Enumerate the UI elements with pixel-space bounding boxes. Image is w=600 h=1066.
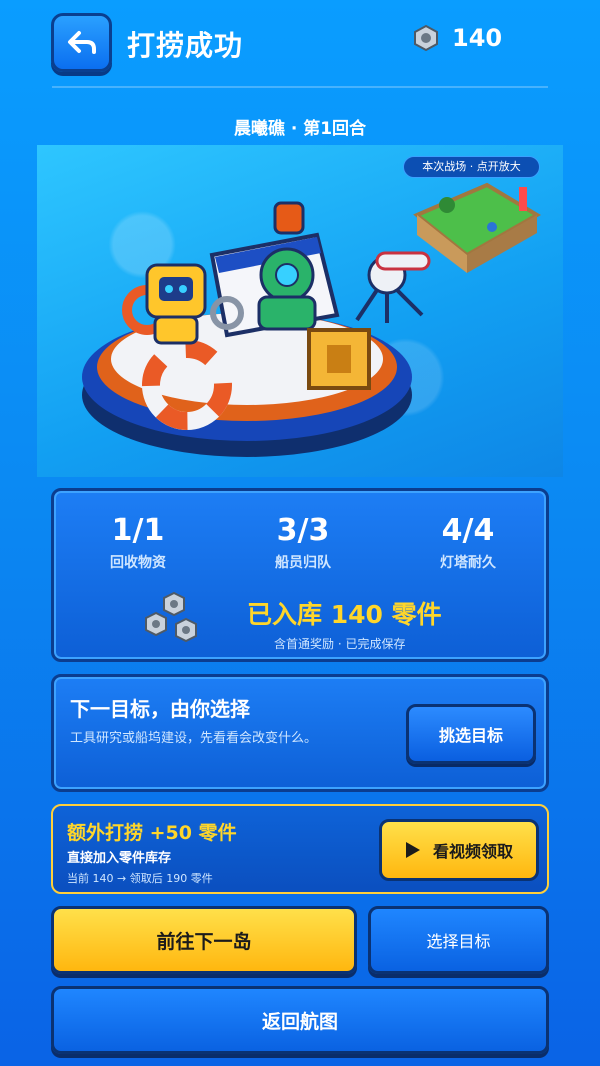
stat-recovered: 1/1 回收物资 [68, 513, 208, 572]
bonus-title: 额外打捞 +50 零件 [67, 822, 237, 844]
stat-value: 3/3 [276, 513, 330, 548]
bonus-panel: 额外打捞 +50 零件 直接加入零件库存 当前 140 → 领取后 190 零件… [51, 804, 549, 894]
nut-icon [414, 24, 438, 52]
stored-parts-text: 已入库 140 零件 [247, 600, 442, 629]
stats-panel: 1/1 回收物资 3/3 船员归队 4/4 灯塔耐久 已入库 140 零件 含首… [51, 488, 549, 662]
bonus-subtitle: 直接加入零件库存 [67, 851, 172, 866]
select-target-button[interactable]: 选择目标 [368, 906, 549, 974]
pick-goal-button[interactable]: 挑选目标 [406, 704, 536, 764]
stat-value: 1/1 [111, 513, 165, 548]
play-icon [405, 842, 420, 858]
header-divider [52, 86, 548, 88]
nuts-icon [145, 591, 197, 643]
coin-value: 140 [452, 24, 503, 52]
watch-video-label: 看视频领取 [432, 842, 513, 861]
stat-crew: 3/3 船员归队 [233, 513, 373, 572]
battlefield-zoom-label[interactable]: 本次战场 · 点开放大 [403, 156, 540, 178]
stored-parts-note: 含首通奖励 · 已完成保存 [274, 637, 406, 651]
next-goal-title: 下一目标，由你选择 [70, 697, 250, 721]
back-button[interactable] [51, 13, 112, 72]
bonus-note: 当前 140 → 领取后 190 零件 [67, 872, 213, 885]
next-island-button[interactable]: 前往下一岛 [51, 906, 357, 974]
stat-label: 灯塔耐久 [440, 555, 496, 571]
back-to-map-button[interactable]: 返回航图 [51, 986, 549, 1054]
page-title: 打捞成功 [127, 29, 244, 62]
salvage-boat-illustration [82, 182, 541, 457]
battle-scene-image [37, 145, 563, 477]
watch-video-button[interactable]: 看视频领取 [379, 819, 539, 881]
stat-label: 船员归队 [275, 555, 331, 571]
coin-counter: 140 [412, 24, 502, 52]
stat-lighthouse: 4/4 灯塔耐久 [398, 513, 538, 572]
level-subtitle: 晨曦礁 · 第1回合 [233, 119, 367, 139]
stat-label: 回收物资 [110, 555, 166, 571]
next-goal-desc: 工具研究或船坞建设，先看看会改变什么。 [70, 731, 318, 746]
header: 打捞成功 140 [0, 0, 600, 86]
next-goal-panel: 下一目标，由你选择 工具研究或船坞建设，先看看会改变什么。 挑选目标 [51, 674, 549, 792]
back-arrow-icon [67, 30, 96, 54]
stat-value: 4/4 [441, 513, 495, 548]
